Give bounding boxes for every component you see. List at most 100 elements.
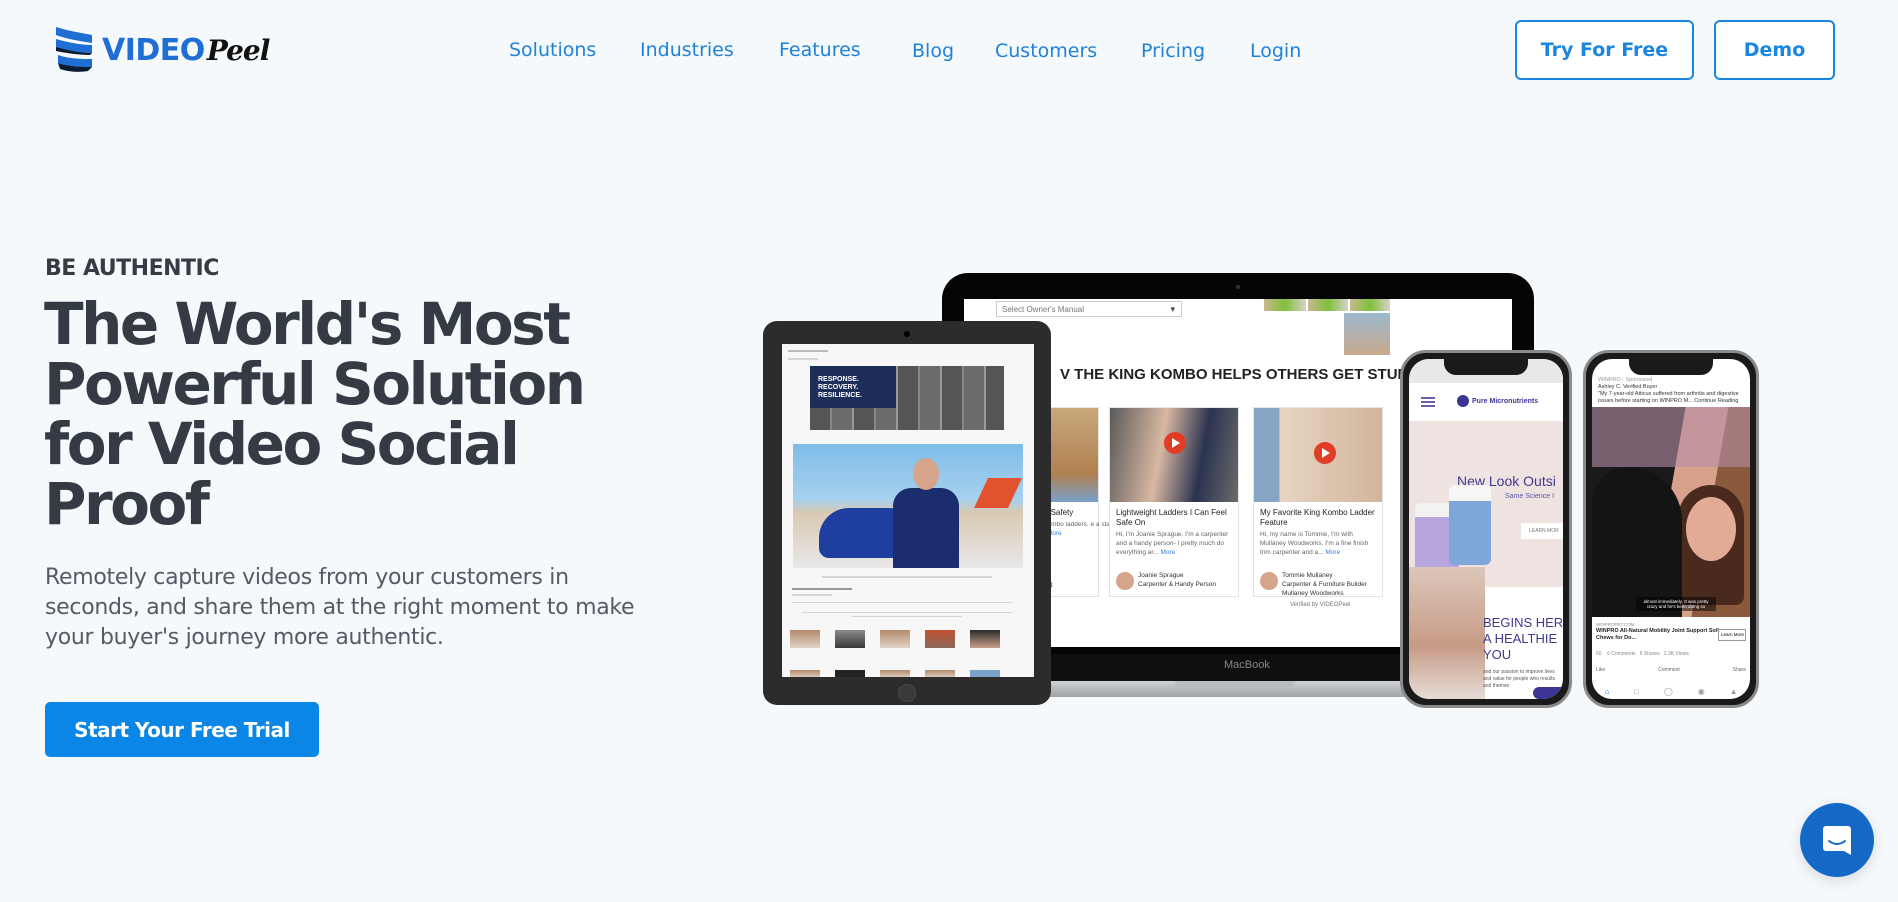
phone-screen: Pure Micronutrients New Look Outsi Same … [1409,359,1563,699]
hero-subtext: Remotely capture videos from your custom… [45,565,635,650]
red-stripe [974,478,1022,508]
text-line [792,594,832,596]
learn-more-button: Learn More [1718,629,1746,641]
video-card-author: Joanie Sprague Carpenter & Handy Person [1138,572,1217,588]
phone-mockup-left: Pure Micronutrients New Look Outsi Same … [1400,350,1572,708]
try-for-free-button[interactable]: Try For Free [1515,20,1694,80]
profile-icon: ◯ [1663,686,1673,696]
nav-industries[interactable]: Industries [640,34,734,66]
tablet-mockup: RESPONSE. RECOVERY. RESILIENCE. [763,321,1051,705]
banner-text: RESPONSE. RECOVERY. RESILIENCE. [810,366,896,408]
supplement-bottle [1449,485,1491,565]
logo-text-peel: Peel [206,33,271,67]
demo-button[interactable]: Demo [1714,20,1835,80]
logo-ribbon-icon [52,25,96,75]
bell-icon: ▲ [1729,686,1738,696]
video-card: My Favorite King Kombo Ladder Feature Hi… [1253,407,1383,597]
laptop-camera [1236,285,1240,289]
video-card-desc: Hi, I'm Joanie Sprague. I'm a carpenter … [1116,531,1229,556]
logo-text-video: VIDEO [102,32,205,68]
text-line [788,350,828,352]
video-thumbnail [880,670,910,677]
video-card: Lightweight Ladders I Can Feel Safe On H… [1109,407,1239,597]
nav-login[interactable]: Login [1250,35,1301,67]
comment-action: Comment [1658,667,1680,673]
video-thumbnail [790,670,820,677]
ladder-thumbnail [1350,299,1390,311]
owners-manual-select: Select Owner's Manual [996,301,1182,317]
start-free-trial-button[interactable]: Start Your Free Trial [45,702,319,757]
headline-line: Proof [44,470,210,538]
post-stats: 60 6 Comments 6 Shares 2.3K Views [1596,651,1689,657]
begins-heading: BEGINS HERE A HEALTHIE YOU [1483,615,1563,662]
video-card-desc: Hi, my name is Tommie, I'm with Mullaney… [1260,531,1369,556]
groups-icon: ◉ [1697,686,1705,696]
verified-by-badge: Verified by VIDEOPeel [1290,602,1351,608]
video-card-title: Lightweight Ladders I Can Feel Safe On [1116,508,1227,527]
nav-blog[interactable]: Blog [912,35,954,67]
ladder-thumbnail [1308,299,1348,311]
headline-line: The World's Most [44,290,571,358]
presenter [893,458,959,568]
tablet-screen: RESPONSE. RECOVERY. RESILIENCE. [782,344,1034,677]
tablet-banner: RESPONSE. RECOVERY. RESILIENCE. [810,366,1004,430]
text-line [852,616,962,617]
nav-solutions[interactable]: Solutions [509,34,596,66]
testimonial-video [1409,567,1485,699]
video-card-title: My Favorite King Kombo Ladder Feature [1260,508,1375,527]
text-line [792,602,1012,603]
facebook-post-header: WINPRO - Sponsored Ashley C. Verified Bu… [1598,377,1739,404]
text-line [792,588,852,590]
nav-pricing[interactable]: Pricing [1141,35,1205,67]
play-icon [1164,432,1186,454]
video-thumbnail [970,630,1000,648]
video-caption: almost immediately. It was pretty crazy … [1636,597,1716,611]
chat-launcher-button[interactable] [1800,803,1874,877]
video-thumbnail [925,670,955,677]
videopeel-logo[interactable]: VIDEO Peel [52,24,271,76]
home-icon: ⌂ [1604,686,1610,696]
nav-customers[interactable]: Customers [995,35,1097,67]
phone-notch [1629,359,1713,375]
video-thumbnail [925,630,955,648]
share-action: Share [1732,667,1746,673]
video-thumbnail [880,630,910,648]
contact-button [1533,687,1563,699]
phone-screen: WINPRO - Sponsored Ashley C. Verified Bu… [1592,359,1750,699]
headline-line: for Video Social [44,410,520,478]
testimonial-photo: almost immediately. It was pretty crazy … [1592,407,1750,617]
marketplace-icon: □ [1634,686,1640,696]
phone-mockup-right: WINPRO - Sponsored Ashley C. Verified Bu… [1583,350,1759,708]
nav-features[interactable]: Features [779,34,861,66]
hero-eyebrow: BE AUTHENTIC [45,256,219,281]
phone-notch [1444,359,1528,375]
chat-bubble-smile-icon [1823,826,1851,855]
ad-link: WINPROPET.COM WINPRO All-Natural Mobilit… [1596,622,1720,641]
ladder-thumbnail [1344,313,1390,355]
text-line [802,612,1012,613]
facebook-tab-bar: ⌂ □ ◯ ◉ ▲ [1592,683,1750,699]
laptop-brand: MacBook [1224,659,1270,671]
like-action: Like [1596,667,1606,673]
tablet-camera [904,331,910,337]
post-actions: Like Comment Share [1596,667,1746,673]
video-thumbnail [835,630,865,648]
kombo-section-title: V THE KING KOMBO HELPS OTHERS GET STUFF [1060,366,1416,383]
text-line [788,358,818,360]
headline-line: Powerful Solution [44,350,586,418]
video-card-author: Tommie Mullaney Carpenter & Furniture Bui… [1282,572,1367,597]
ladder-thumbnail [1264,299,1306,311]
laptop-notch [1175,681,1295,687]
author-avatar [1260,572,1278,590]
learn-more-button: LEARN MOR [1521,523,1563,539]
video-thumbnail [970,670,1000,677]
author-avatar [1116,572,1134,590]
pure-micronutrients-logo: Pure Micronutrients [1457,395,1538,407]
share-bar [822,576,992,578]
hero-headline: The World's Most Powerful Solution for V… [44,294,644,534]
tablet-hero-video [793,444,1023,568]
tablet-home-button [898,684,916,702]
play-icon [1314,442,1336,464]
promo-subline: Same Science I [1505,493,1555,500]
hamburger-menu-icon [1421,397,1435,407]
